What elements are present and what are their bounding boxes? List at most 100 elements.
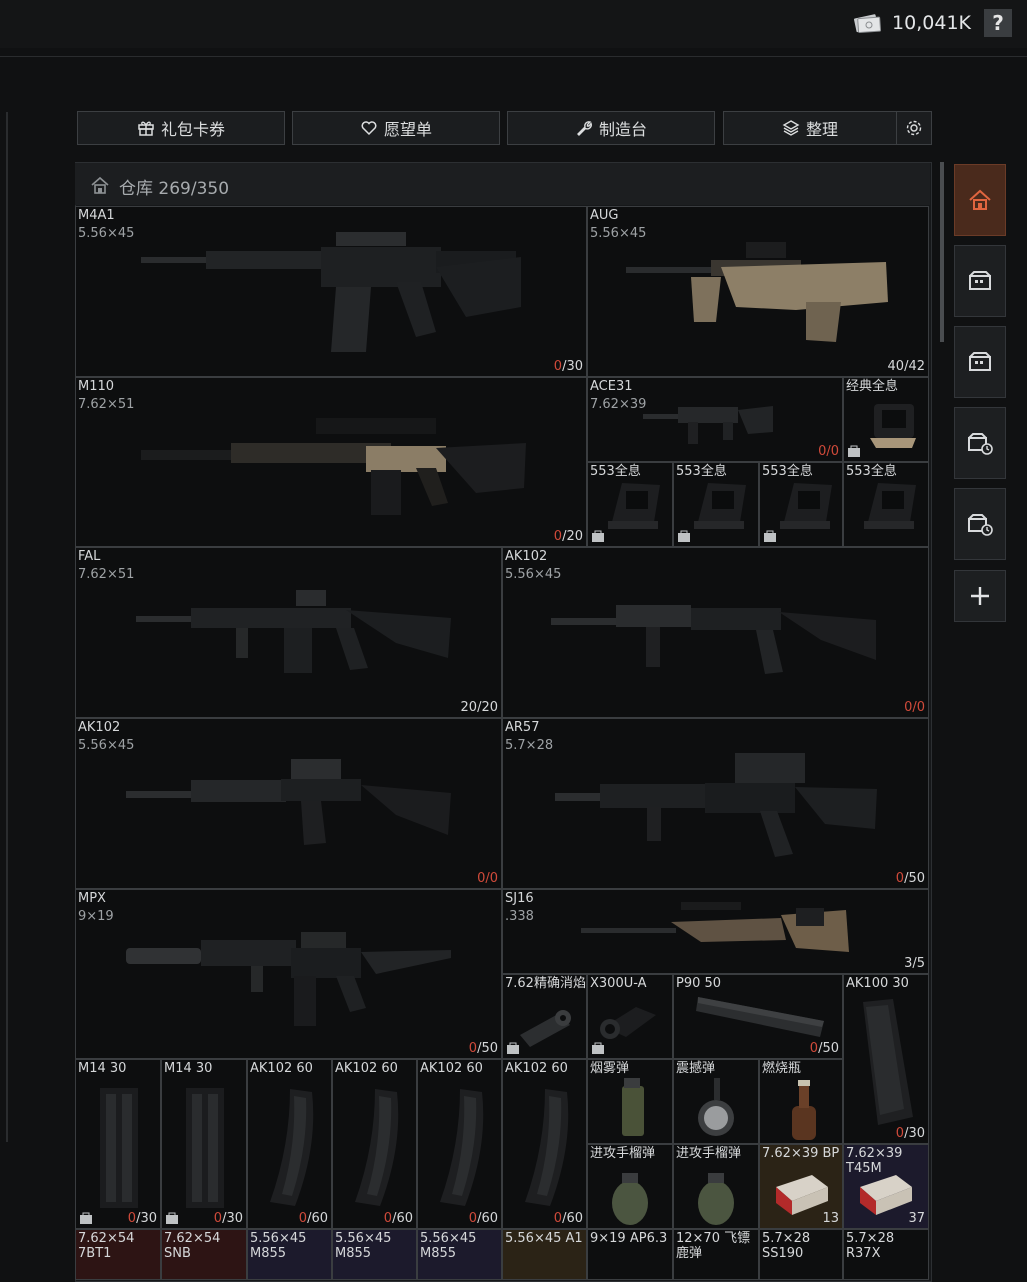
item-slot[interactable]: 7.62×39 BP 13 bbox=[759, 1144, 843, 1229]
item-slot[interactable]: 5.56×45 M855 bbox=[417, 1229, 502, 1280]
sidebar-storage-button[interactable] bbox=[954, 326, 1006, 398]
sidebar-timed-storage-button[interactable] bbox=[954, 407, 1006, 479]
item-slot[interactable]: 7.62精确消焰 bbox=[502, 974, 587, 1059]
item-name: AUG bbox=[590, 208, 619, 223]
tab-sort[interactable]: 整理 bbox=[723, 111, 897, 145]
item-name: 经典全息 bbox=[846, 379, 899, 394]
item-slot[interactable]: M14 30 0/30 bbox=[161, 1059, 247, 1229]
item-name: AK102 60 bbox=[505, 1061, 568, 1076]
case-icon bbox=[764, 530, 776, 542]
item-slot[interactable]: 9×19 AP6.3 bbox=[587, 1229, 673, 1280]
case-icon bbox=[507, 1042, 519, 1054]
item-slot[interactable]: 7.62×54 SNB bbox=[161, 1229, 247, 1280]
item-slot[interactable]: 5.56×45 M855 bbox=[247, 1229, 332, 1280]
item-slot[interactable]: 5.56×45 M855 bbox=[332, 1229, 417, 1280]
ammo-count: 37 bbox=[908, 1211, 925, 1226]
flashlight-icon bbox=[600, 1007, 656, 1039]
item-name: ACE31 bbox=[590, 379, 633, 394]
item-slot[interactable]: 553全息 bbox=[587, 462, 673, 547]
ammo-count: 20/20 bbox=[460, 700, 498, 715]
item-slot[interactable]: AK102 60 0/60 bbox=[417, 1059, 502, 1229]
item-name: M4A1 bbox=[78, 208, 115, 223]
sidebar-timed-storage-button[interactable] bbox=[954, 488, 1006, 560]
sidebar-warehouse-button[interactable] bbox=[954, 164, 1006, 236]
item-slot[interactable]: AR57 5.7×28 0/50 bbox=[502, 718, 929, 889]
item-slot[interactable]: M4A1 5.56×45 0/30 bbox=[75, 206, 587, 377]
item-slot[interactable]: AK102 60 0/60 bbox=[247, 1059, 332, 1229]
item-slot[interactable]: 12×70 飞镖鹿弹 bbox=[673, 1229, 759, 1280]
storage-timer-icon bbox=[968, 433, 993, 455]
item-slot[interactable]: 553全息 bbox=[759, 462, 843, 547]
item-caliber: 5.56×45 bbox=[505, 567, 562, 582]
item-slot[interactable]: 震撼弹 bbox=[673, 1059, 759, 1144]
item-name: 燃烧瓶 bbox=[762, 1061, 802, 1076]
item-slot[interactable]: 进攻手榴弹 bbox=[587, 1144, 673, 1229]
item-slot[interactable]: FAL 7.62×51 20/20 bbox=[75, 547, 502, 718]
holo-sight-icon bbox=[608, 483, 660, 529]
item-slot[interactable]: SJ16 .338 3/5 bbox=[502, 889, 929, 974]
item-slot[interactable]: X300U-A bbox=[587, 974, 673, 1059]
item-slot[interactable]: MPX 9×19 0/50 bbox=[75, 889, 502, 1059]
rifle-icon bbox=[626, 242, 888, 342]
rifle-icon bbox=[141, 418, 526, 515]
item-slot[interactable]: 553全息 bbox=[843, 462, 929, 547]
magazine-icon bbox=[525, 1089, 569, 1206]
item-slot[interactable]: AK102 60 0/60 bbox=[332, 1059, 417, 1229]
left-scrollbar[interactable] bbox=[6, 112, 8, 1142]
item-name: 5.56×45 M855 bbox=[420, 1231, 477, 1261]
item-slot[interactable]: 燃烧瓶 bbox=[759, 1059, 843, 1144]
item-name: 5.7×28 R37X bbox=[846, 1231, 895, 1261]
item-name: 震撼弹 bbox=[676, 1061, 716, 1076]
tab-gift-cards[interactable]: 礼包卡券 bbox=[77, 111, 285, 145]
magazine-icon bbox=[270, 1089, 314, 1206]
item-slot[interactable]: P90 50 0/50 bbox=[673, 974, 843, 1059]
sidebar-storage-button[interactable] bbox=[954, 245, 1006, 317]
plus-icon bbox=[971, 587, 989, 605]
item-slot[interactable]: 5.7×28 SS190 bbox=[759, 1229, 843, 1280]
item-slot[interactable]: AK102 60 0/60 bbox=[502, 1059, 587, 1229]
sort-settings-button[interactable] bbox=[896, 111, 932, 145]
item-slot[interactable]: M14 30 0/30 bbox=[75, 1059, 161, 1229]
item-slot[interactable]: AK100 30 0/30 bbox=[843, 974, 929, 1144]
item-slot[interactable]: M110 7.62×51 0/20 bbox=[75, 377, 587, 547]
gear-icon bbox=[906, 120, 922, 136]
tab-workbench[interactable]: 制造台 bbox=[507, 111, 715, 145]
item-name: 7.62精确消焰 bbox=[505, 976, 586, 991]
item-slot[interactable]: AK102 5.56×45 0/0 bbox=[502, 547, 929, 718]
storage-icon bbox=[969, 271, 991, 290]
item-slot[interactable]: AK102 5.56×45 0/0 bbox=[75, 718, 502, 889]
holo-sight-icon bbox=[694, 483, 746, 529]
storage-icon bbox=[969, 352, 991, 371]
item-slot[interactable]: AUG 5.56×45 40/42 bbox=[587, 206, 929, 377]
item-slot[interactable]: 7.62×54 7BT1 bbox=[75, 1229, 161, 1280]
item-slot[interactable]: 进攻手榴弹 bbox=[673, 1144, 759, 1229]
item-caliber: 9×19 bbox=[78, 909, 114, 924]
magazine-icon bbox=[863, 999, 913, 1125]
ammo-count: 0/60 bbox=[468, 1211, 498, 1226]
item-slot[interactable]: ACE31 7.62×39 0/0 bbox=[587, 377, 843, 462]
item-name: MPX bbox=[78, 891, 106, 906]
item-slot[interactable]: 5.56×45 A1 bbox=[502, 1229, 587, 1280]
help-button[interactable]: ? bbox=[984, 9, 1012, 37]
item-slot[interactable]: 553全息 bbox=[673, 462, 759, 547]
item-name: X300U-A bbox=[590, 976, 647, 991]
storage-timer-icon bbox=[968, 514, 993, 536]
sidebar-add-button[interactable] bbox=[954, 570, 1006, 622]
item-name: AK102 60 bbox=[335, 1061, 398, 1076]
warehouse-capacity: 仓库 269/350 bbox=[119, 179, 230, 199]
ammo-count: 0/0 bbox=[904, 700, 925, 715]
case-icon bbox=[678, 530, 690, 542]
item-slot[interactable]: 5.7×28 R37X bbox=[843, 1229, 929, 1280]
item-slot[interactable]: 7.62×39 T45M 37 bbox=[843, 1144, 929, 1229]
tab-wishlist[interactable]: 愿望单 bbox=[292, 111, 500, 145]
ammo-count: 0/50 bbox=[809, 1041, 839, 1056]
item-slot[interactable]: 烟雾弹 bbox=[587, 1059, 673, 1144]
magazine-icon bbox=[440, 1089, 484, 1206]
tab-label: 愿望单 bbox=[383, 120, 432, 139]
holo-sight-icon bbox=[870, 404, 916, 448]
grid-scrollbar[interactable] bbox=[940, 162, 944, 342]
ammo-box-icon bbox=[860, 1175, 912, 1215]
stun-grenade-icon bbox=[698, 1078, 734, 1136]
item-slot[interactable]: 经典全息 bbox=[843, 377, 929, 462]
currency-display: 10,041K bbox=[852, 12, 971, 34]
